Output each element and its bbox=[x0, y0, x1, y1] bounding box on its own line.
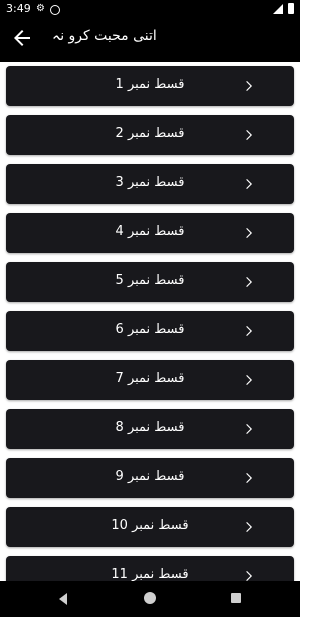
status-time: 3:49 bbox=[6, 2, 31, 15]
chevron-right-icon bbox=[246, 227, 253, 239]
chevron-right-icon bbox=[246, 325, 253, 337]
sync-icon bbox=[49, 4, 60, 15]
chevron-right-icon bbox=[246, 570, 253, 581]
episode-item-2[interactable]: قسط نمبر 2 bbox=[6, 115, 294, 155]
app-bar: اتنی محبت کرو نہ bbox=[0, 18, 300, 62]
chevron-right-icon bbox=[246, 80, 253, 92]
status-icons-right bbox=[273, 3, 294, 14]
circle-home-icon[interactable] bbox=[144, 592, 156, 604]
gear-icon: ⚙ bbox=[36, 3, 45, 14]
episode-item-11[interactable]: قسط نمبر 11 bbox=[6, 556, 294, 581]
episode-item-3[interactable]: قسط نمبر 3 bbox=[6, 164, 294, 204]
status-icons-left: ⚙ bbox=[36, 2, 60, 16]
signal-icon bbox=[273, 3, 283, 14]
episode-item-9[interactable]: قسط نمبر 9 bbox=[6, 458, 294, 498]
arrow-left-icon[interactable] bbox=[10, 26, 34, 50]
chevron-right-icon bbox=[246, 423, 253, 435]
battery-icon bbox=[288, 3, 294, 14]
episode-item-7[interactable]: قسط نمبر 7 bbox=[6, 360, 294, 400]
triangle-back-icon[interactable] bbox=[56, 592, 70, 606]
chevron-right-icon bbox=[246, 472, 253, 484]
episode-item-8[interactable]: قسط نمبر 8 bbox=[6, 409, 294, 449]
chevron-right-icon bbox=[246, 276, 253, 288]
chevron-right-icon bbox=[246, 129, 253, 141]
episode-item-1[interactable]: قسط نمبر 1 bbox=[6, 66, 294, 106]
episode-item-6[interactable]: قسط نمبر 6 bbox=[6, 311, 294, 351]
chevron-right-icon bbox=[246, 178, 253, 190]
status-bar: 3:49 ⚙ bbox=[0, 0, 300, 18]
episode-item-10[interactable]: قسط نمبر 10 bbox=[6, 507, 294, 547]
page-title: اتنی محبت کرو نہ bbox=[52, 28, 157, 44]
square-recents-icon[interactable] bbox=[231, 593, 241, 603]
episode-list[interactable]: قسط نمبر 1 قسط نمبر 2 قسط نمبر 3 قسط نمب… bbox=[0, 62, 300, 581]
episode-item-5[interactable]: قسط نمبر 5 bbox=[6, 262, 294, 302]
chevron-right-icon bbox=[246, 521, 253, 533]
episode-item-4[interactable]: قسط نمبر 4 bbox=[6, 213, 294, 253]
chevron-right-icon bbox=[246, 374, 253, 386]
navigation-bar bbox=[0, 581, 300, 617]
